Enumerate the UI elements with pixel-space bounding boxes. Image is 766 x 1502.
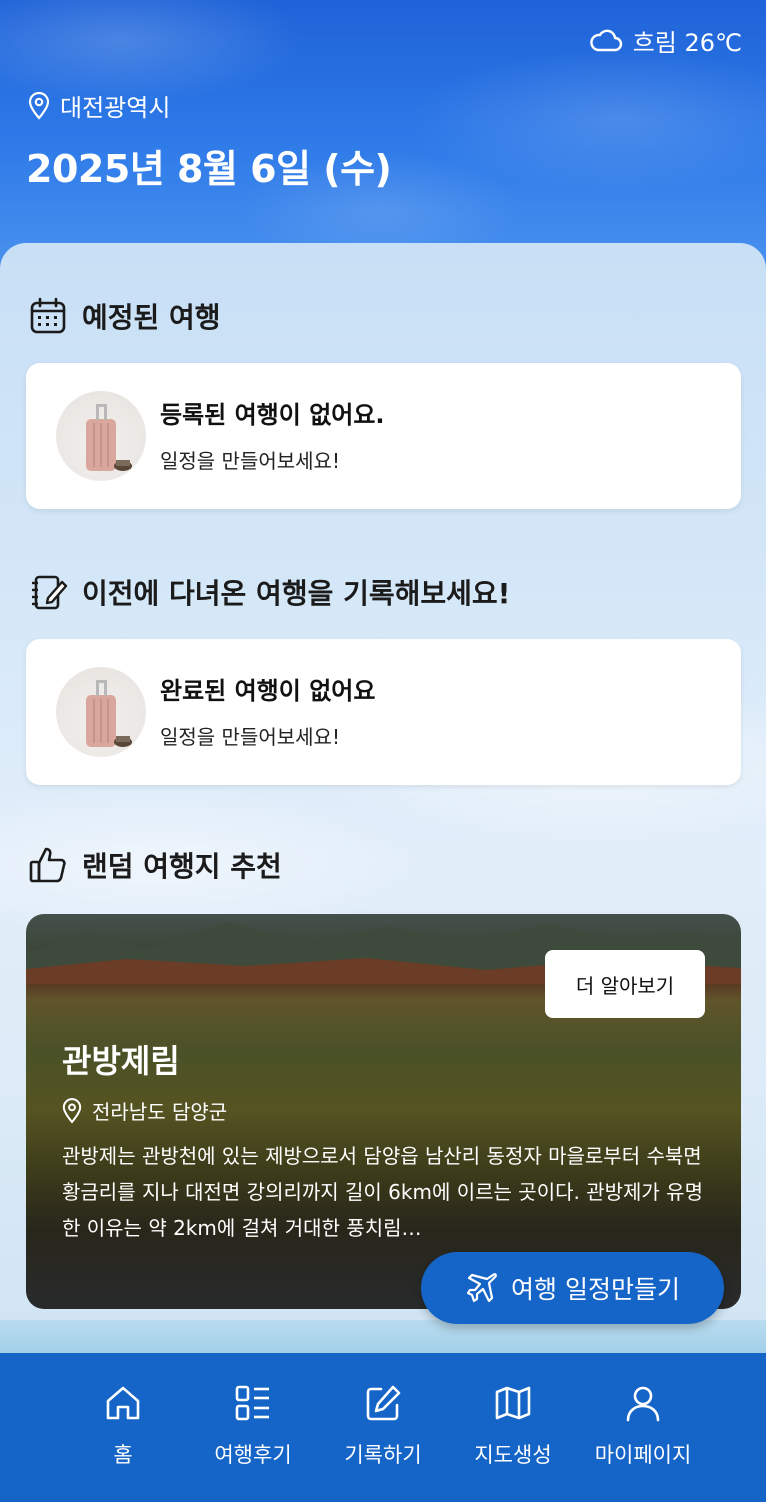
location-pin-icon — [28, 91, 50, 120]
recommend-header-label: 랜덤 여행지 추천 — [82, 850, 282, 883]
nav-item-map[interactable]: 지도생성 — [448, 1353, 578, 1502]
past-card-subtitle: 일정을 만들어보세요! — [160, 725, 340, 749]
nav-item-record[interactable]: 기록하기 — [318, 1353, 448, 1502]
past-header-label: 이전에 다녀온 여행을 기록해보세요! — [82, 577, 511, 610]
learn-more-button[interactable]: 더 알아보기 — [545, 950, 705, 1018]
nav-item-home[interactable]: 홈 — [58, 1353, 188, 1502]
nav-item-mypage[interactable]: 마이페이지 — [578, 1353, 708, 1502]
thumbs-up-icon — [29, 847, 66, 883]
suitcase-image — [56, 391, 146, 481]
weather-status: 흐림 26℃ — [589, 22, 742, 58]
airplane-icon — [466, 1273, 497, 1303]
nav-label: 여행후기 — [214, 1443, 292, 1467]
list-icon — [235, 1385, 269, 1421]
edit-icon — [366, 1385, 401, 1421]
past-trip-card[interactable]: 완료된 여행이 없어요 일정을 만들어보세요! — [26, 639, 741, 785]
nav-label: 마이페이지 — [594, 1443, 692, 1467]
location-city: 대전광역시 — [60, 94, 171, 122]
location-pin-icon — [62, 1097, 82, 1123]
create-itinerary-button[interactable]: 여행 일정만들기 — [421, 1252, 724, 1324]
bottom-nav: 홈 여행후기 기록하기 지도생성 마이페이지 — [0, 1353, 766, 1502]
upcoming-card-subtitle: 일정을 만들어보세요! — [160, 449, 340, 473]
destination-name: 관방제림 — [62, 1042, 180, 1080]
upcoming-section-header: 예정된 여행 — [28, 296, 221, 336]
nav-label: 지도생성 — [474, 1443, 552, 1467]
past-section-header: 이전에 다녀온 여행을 기록해보세요! — [28, 572, 510, 612]
past-card-title: 완료된 여행이 없어요 — [160, 677, 376, 705]
recommendation-card[interactable]: 더 알아보기 관방제림 전라남도 담양군 관방제는 관방천에 있는 제방으로서 … — [26, 914, 741, 1309]
destination-description: 관방제는 관방천에 있는 제방으로서 담양읍 남산리 동정자 마을로부터 수북면… — [62, 1144, 703, 1240]
suitcase-image — [56, 667, 146, 757]
upcoming-trip-card[interactable]: 등록된 여행이 없어요. 일정을 만들어보세요! — [26, 363, 741, 509]
page-title: 2025년 8월 6일 (수) — [26, 147, 392, 191]
calendar-icon — [30, 297, 66, 334]
destination-location-text: 전라남도 담양군 — [92, 1100, 228, 1124]
nav-item-reviews[interactable]: 여행후기 — [188, 1353, 318, 1502]
cloud-icon — [589, 29, 622, 52]
nav-label: 기록하기 — [344, 1443, 422, 1467]
home-icon — [106, 1386, 140, 1420]
location: 대전광역시 — [28, 88, 170, 123]
user-icon — [626, 1386, 660, 1422]
recommend-section-header: 랜덤 여행지 추천 — [28, 845, 282, 885]
notebook-pen-icon — [32, 575, 68, 610]
destination-location: 전라남도 담양군 — [62, 1096, 227, 1125]
fab-label: 여행 일정만들기 — [511, 1275, 680, 1304]
map-icon — [495, 1386, 531, 1420]
upcoming-card-title: 등록된 여행이 없어요. — [160, 401, 385, 429]
nav-label: 홈 — [113, 1443, 133, 1467]
weather-text: 흐림 26℃ — [632, 28, 742, 57]
upcoming-header-label: 예정된 여행 — [82, 301, 221, 334]
